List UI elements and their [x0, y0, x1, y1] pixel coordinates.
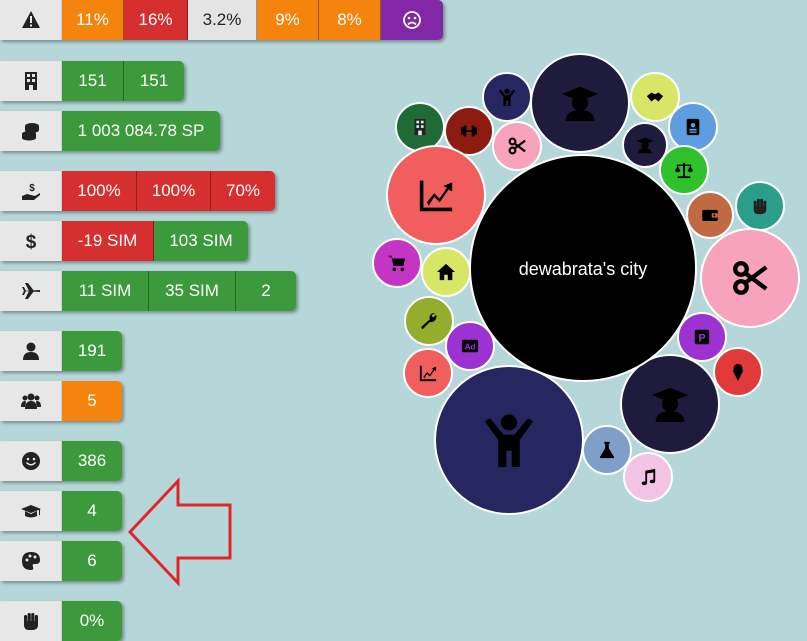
parking-icon: P: [694, 329, 710, 345]
bubble-student[interactable]: [530, 53, 630, 153]
bubble-music[interactable]: [623, 452, 673, 502]
red-arrow-annotation: [127, 477, 232, 587]
bubble-wrench[interactable]: [404, 296, 454, 346]
svg-text:Ad: Ad: [465, 343, 476, 352]
bubble-fist[interactable]: [735, 181, 785, 231]
bubble-id-card[interactable]: [668, 102, 718, 152]
bubble-home[interactable]: [421, 247, 471, 297]
bubble-child[interactable]: [482, 72, 532, 122]
ad-icon: Ad: [461, 339, 479, 353]
bubble-ad[interactable]: Ad: [445, 321, 495, 371]
city-center-bubble[interactable]: dewabrata's city: [469, 154, 697, 382]
bubble-balance-scale[interactable]: [659, 145, 709, 195]
wallet-icon: [702, 209, 718, 222]
city-name: dewabrata's city: [519, 259, 648, 279]
bubble-ice-cream[interactable]: [713, 347, 763, 397]
bubble-student[interactable]: [620, 354, 720, 454]
bubble-building[interactable]: [395, 102, 445, 152]
bubble-chart-up[interactable]: [403, 348, 453, 398]
svg-text:P: P: [698, 333, 705, 345]
bubble-scissors[interactable]: [700, 228, 800, 328]
id-card-icon: [686, 118, 700, 136]
city-bubble-chart: Ad Pdewabrata's city: [127, 53, 800, 587]
bubble-flask[interactable]: [582, 425, 632, 475]
bubble-wallet[interactable]: [686, 191, 734, 239]
bubble-cart[interactable]: [372, 238, 422, 288]
bubble-parking[interactable]: P: [677, 312, 727, 362]
bubble-scissors[interactable]: [492, 121, 542, 171]
building-icon: [414, 118, 426, 136]
bubble-student[interactable]: [622, 122, 668, 168]
bubble-chart-up[interactable]: [386, 145, 486, 245]
bubble-child[interactable]: [434, 365, 584, 515]
